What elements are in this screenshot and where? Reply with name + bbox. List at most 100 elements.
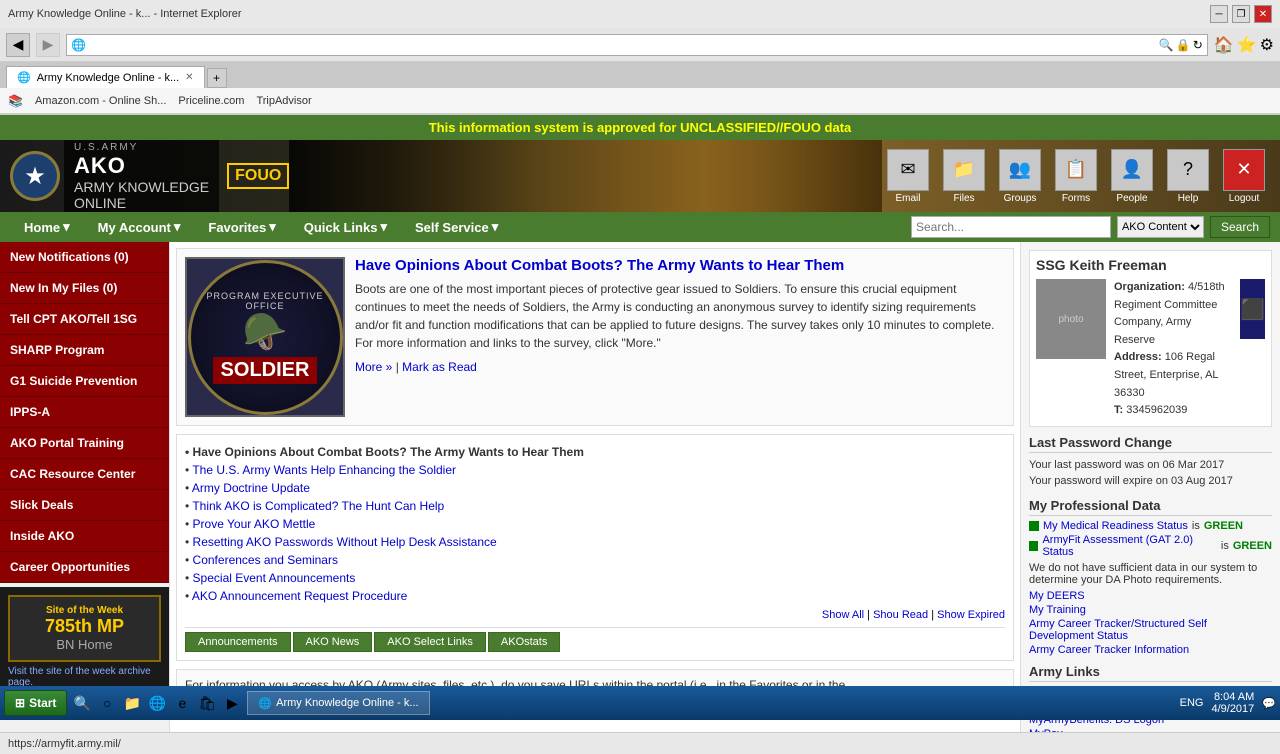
- start-button[interactable]: ⊞ Start: [4, 690, 67, 716]
- sidebar-new-notifications[interactable]: New Notifications (0): [0, 242, 169, 273]
- list-item: • The U.S. Army Wants Help Enhancing the…: [185, 461, 1005, 479]
- taskbar-cortana-icon[interactable]: ○: [96, 692, 118, 714]
- tab-ako-news[interactable]: AKO News: [293, 632, 373, 652]
- files-icon-btn[interactable]: 📁 Files: [938, 149, 990, 204]
- site-archive-link[interactable]: Visit the site of the week archive page.: [8, 666, 161, 688]
- sidebar-career[interactable]: Career Opportunities: [0, 552, 169, 583]
- search-icon[interactable]: 🔍: [1159, 38, 1174, 52]
- tab-akostats[interactable]: AKOstats: [488, 632, 560, 652]
- bookmark-priceline[interactable]: Priceline.com: [178, 95, 244, 107]
- ann-link-5[interactable]: Conferences and Seminars: [193, 553, 338, 567]
- armyfit-item: ArmyFit Assessment (GAT 2.0) Status is G…: [1029, 534, 1272, 558]
- mypay-link[interactable]: MyPay: [1029, 728, 1272, 732]
- announcements-list: • Have Opinions About Combat Boots? The …: [176, 434, 1014, 661]
- nav-myaccount[interactable]: My Account ▾: [84, 214, 195, 240]
- medical-readiness-item: My Medical Readiness Status is GREEN: [1029, 520, 1272, 532]
- taskbar-ie-icon[interactable]: 🌐: [146, 692, 168, 714]
- armyfit-link[interactable]: ArmyFit Assessment (GAT 2.0) Status: [1042, 534, 1216, 558]
- tab-ako-select-links[interactable]: AKO Select Links: [374, 632, 486, 652]
- sidebar-ipps-a[interactable]: IPPS-A: [0, 397, 169, 428]
- nav-menu: Home ▾ My Account ▾ Favorites ▾ Quick Li…: [0, 212, 1280, 242]
- nav-home[interactable]: Home ▾: [10, 214, 84, 240]
- refresh-icon[interactable]: ↻: [1193, 38, 1203, 52]
- taskbar-search-icon[interactable]: 🔍: [71, 692, 93, 714]
- close-button[interactable]: ✕: [1254, 5, 1272, 23]
- tab-bar: 🌐 Army Knowledge Online - k... ✕ +: [0, 62, 1280, 88]
- restore-button[interactable]: ❐: [1232, 5, 1250, 23]
- site-sub: BN Home: [18, 637, 151, 652]
- ann-link-6[interactable]: Special Event Announcements: [193, 571, 356, 585]
- search-type-select[interactable]: AKO Content: [1117, 216, 1204, 238]
- ann-link-2[interactable]: Think AKO is Complicated? The Hunt Can H…: [192, 499, 444, 513]
- ako-header: ★ U.S.ARMY AKO ARMY KNOWLEDGE ONLINE FOU…: [0, 140, 1280, 212]
- ann-link-4[interactable]: Resetting AKO Passwords Without Help Des…: [193, 535, 497, 549]
- mark-read-link[interactable]: Mark as Read: [402, 360, 477, 374]
- tab-label: Army Knowledge Online - k...: [37, 72, 179, 84]
- ann-link-3[interactable]: Prove Your AKO Mettle: [193, 517, 316, 531]
- forward-button[interactable]: ▶: [36, 33, 60, 57]
- sidebar-g1-suicide[interactable]: G1 Suicide Prevention: [0, 366, 169, 397]
- new-tab-button[interactable]: +: [207, 68, 227, 88]
- back-button[interactable]: ◀: [6, 33, 30, 57]
- clock: 8:04 AM 4/9/2017: [1211, 691, 1254, 715]
- people-icon-btn[interactable]: 👤 People: [1106, 149, 1158, 204]
- list-item: • Think AKO is Complicated? The Hunt Can…: [185, 497, 1005, 515]
- sidebar-inside-ako[interactable]: Inside AKO: [0, 521, 169, 552]
- address-bar[interactable]: 🌐 https://www.us.army.mil/suite/designer…: [66, 34, 1208, 56]
- nav-favorites[interactable]: Favorites ▾: [194, 214, 289, 240]
- my-training-link[interactable]: My Training: [1029, 604, 1272, 616]
- medical-readiness-link[interactable]: My Medical Readiness Status: [1043, 520, 1188, 532]
- minimize-button[interactable]: ─: [1210, 5, 1228, 23]
- ann-link-1[interactable]: Army Doctrine Update: [192, 481, 310, 495]
- search-input[interactable]: [911, 216, 1111, 238]
- article-title[interactable]: Have Opinions About Combat Boots? The Ar…: [355, 257, 1005, 274]
- taskbar-quick-launch: 🔍 ○ 📁 🌐 e 🛍 ▶: [71, 692, 243, 714]
- show-all-link[interactable]: Show All: [822, 609, 864, 621]
- favorites-icon[interactable]: ⭐: [1237, 35, 1257, 55]
- my-deers-link[interactable]: My DEERS: [1029, 590, 1272, 602]
- main-content: PROGRAM EXECUTIVE OFFICE 🪖 SOLDIER Have …: [170, 242, 1020, 732]
- tab-announcements[interactable]: Announcements: [185, 632, 291, 652]
- notification-icon[interactable]: 💬: [1262, 697, 1276, 710]
- sidebar-sharp[interactable]: SHARP Program: [0, 335, 169, 366]
- search-button[interactable]: Search: [1210, 216, 1270, 238]
- more-link[interactable]: More »: [355, 360, 392, 374]
- sidebar-cac[interactable]: CAC Resource Center: [0, 459, 169, 490]
- forms-icon-btn[interactable]: 📋 Forms: [1050, 149, 1102, 204]
- password-info: Your last password was on 06 Mar 2017 Yo…: [1029, 457, 1272, 490]
- taskbar-store-icon[interactable]: 🛍: [196, 692, 218, 714]
- active-tab[interactable]: 🌐 Army Knowledge Online - k... ✕: [6, 66, 205, 88]
- url-input[interactable]: https://www.us.army.mil/suite/designer: [90, 39, 1155, 51]
- taskbar-media-icon[interactable]: ▶: [221, 692, 243, 714]
- user-details: Organization: 4/518th Regiment Committee…: [1114, 279, 1228, 420]
- nav-quicklinks[interactable]: Quick Links ▾: [290, 214, 401, 240]
- ann-link-0[interactable]: The U.S. Army Wants Help Enhancing the S…: [192, 463, 456, 477]
- sidebar-ako-portal-training[interactable]: AKO Portal Training: [0, 428, 169, 459]
- list-item: • Special Event Announcements: [185, 569, 1005, 587]
- logout-icon-btn[interactable]: ✕ Logout: [1218, 149, 1270, 204]
- email-icon-btn[interactable]: ✉ Email: [882, 149, 934, 204]
- bookmark-tripadvisor[interactable]: TripAdvisor: [256, 95, 311, 107]
- show-read-link[interactable]: Shou Read: [873, 609, 928, 621]
- window-controls[interactable]: ─ ❐ ✕: [1210, 5, 1272, 23]
- career-tracker-info-link[interactable]: Army Career Tracker Information: [1029, 644, 1272, 656]
- sidebar-slick-deals[interactable]: Slick Deals: [0, 490, 169, 521]
- taskbar-app-item[interactable]: 🌐 Army Knowledge Online - k...: [247, 691, 429, 715]
- groups-icon-btn[interactable]: 👥 Groups: [994, 149, 1046, 204]
- show-expired-link[interactable]: Show Expired: [937, 609, 1005, 621]
- nav-selfservice[interactable]: Self Service ▾: [401, 214, 512, 240]
- sidebar-new-in-files[interactable]: New In My Files (0): [0, 273, 169, 304]
- star-icon: ★: [24, 162, 46, 191]
- user-section: SSG Keith Freeman photo Organization: 4/…: [1029, 250, 1272, 427]
- career-tracker-link[interactable]: Army Career Tracker/Structured Self Deve…: [1029, 618, 1272, 642]
- help-icon-btn[interactable]: ? Help: [1162, 149, 1214, 204]
- show-links: Show All | Shou Read | Show Expired: [185, 609, 1005, 621]
- bookmark-amazon[interactable]: Amazon.com - Online Sh...: [35, 95, 166, 107]
- taskbar-file-icon[interactable]: 📁: [121, 692, 143, 714]
- ann-link-7[interactable]: AKO Announcement Request Procedure: [192, 589, 407, 603]
- home-icon[interactable]: 🏠: [1214, 35, 1234, 55]
- tab-close-button[interactable]: ✕: [185, 72, 193, 83]
- taskbar-edge-icon[interactable]: e: [171, 692, 193, 714]
- sidebar-tell-cpt[interactable]: Tell CPT AKO/Tell 1SG: [0, 304, 169, 335]
- settings-icon[interactable]: ⚙: [1260, 35, 1274, 55]
